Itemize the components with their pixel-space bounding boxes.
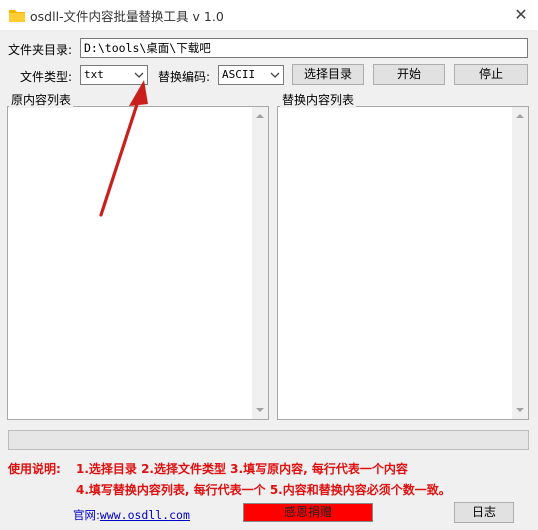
encoding-label: 替换编码: bbox=[158, 70, 211, 84]
scroll-down-icon[interactable] bbox=[256, 408, 264, 412]
chevron-down-icon bbox=[134, 72, 144, 78]
replace-list-title: 替换内容列表 bbox=[280, 91, 357, 108]
encoding-select[interactable]: ASCII bbox=[218, 65, 284, 85]
original-list-scrollbar[interactable] bbox=[252, 107, 268, 419]
encoding-value: ASCII bbox=[222, 68, 256, 81]
instructions-line-1: 1.选择目录 2.选择文件类型 3.填写原内容, 每行代表一个内容 bbox=[76, 462, 408, 476]
scroll-up-icon[interactable] bbox=[516, 114, 524, 118]
folder-icon bbox=[9, 10, 25, 22]
scroll-up-icon[interactable] bbox=[256, 114, 264, 118]
original-list-title: 原内容列表 bbox=[9, 91, 74, 108]
stop-button[interactable]: 停止 bbox=[454, 64, 528, 85]
filetype-value: txt bbox=[84, 68, 104, 81]
original-content-list[interactable] bbox=[7, 106, 269, 420]
filetype-select[interactable]: txt bbox=[80, 65, 148, 85]
select-directory-button[interactable]: 选择目录 bbox=[292, 64, 364, 85]
website-url[interactable]: www.osdll.com bbox=[100, 508, 190, 522]
close-icon[interactable]: ✕ bbox=[510, 4, 532, 26]
progress-bar bbox=[8, 430, 529, 450]
folder-label: 文件夹目录: bbox=[8, 43, 73, 57]
chevron-down-icon bbox=[270, 72, 280, 78]
scroll-down-icon[interactable] bbox=[516, 408, 524, 412]
website-link-group[interactable]: 官网:www.osdll.com bbox=[73, 507, 190, 523]
filetype-label: 文件类型: bbox=[20, 70, 73, 84]
instructions-heading: 使用说明: bbox=[8, 462, 61, 476]
folder-path-field[interactable]: D:\tools\桌面\下载吧 bbox=[80, 38, 528, 58]
replace-list-scrollbar[interactable] bbox=[512, 107, 528, 419]
website-label: 官网: bbox=[73, 508, 100, 522]
instructions-line-2: 4.填写替换内容列表, 每行代表一个 5.内容和替换内容必须个数一致。 bbox=[76, 483, 451, 497]
donate-button[interactable]: 感恩捐赠 bbox=[243, 503, 373, 522]
log-button[interactable]: 日志 bbox=[454, 502, 514, 523]
window-title: osdll-文件内容批量替换工具 v 1.0 bbox=[30, 9, 224, 24]
replace-content-list[interactable] bbox=[277, 106, 529, 420]
start-button[interactable]: 开始 bbox=[373, 64, 445, 85]
